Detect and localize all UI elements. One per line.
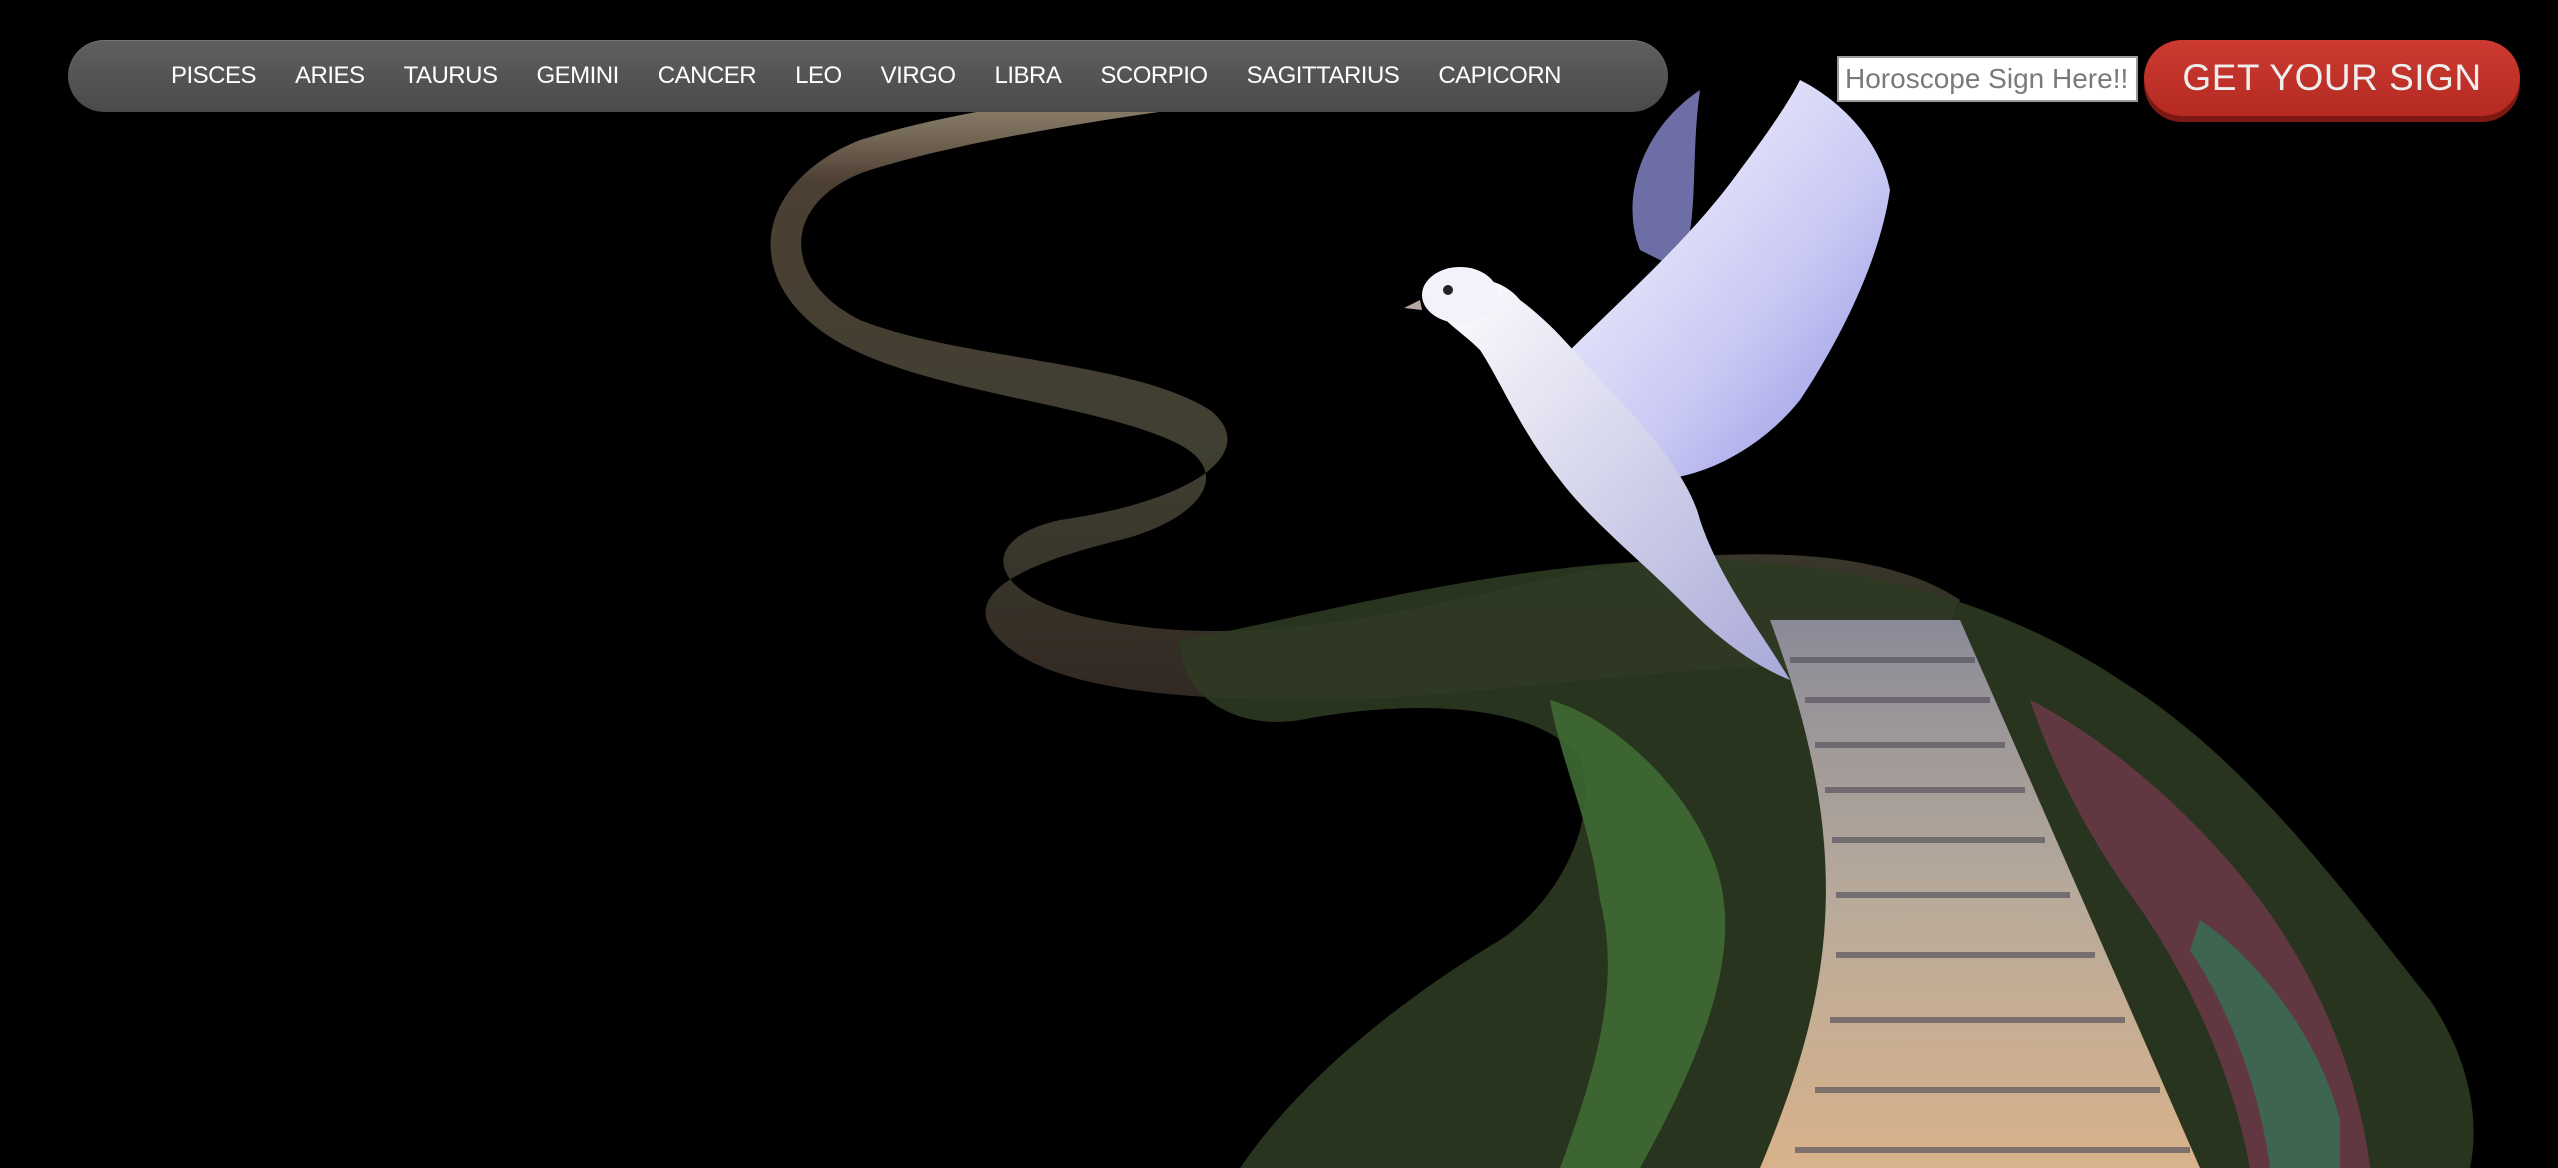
get-your-sign-button[interactable]: GET YOUR SIGN [2144,40,2520,116]
nav-link-libra[interactable]: LIBRA [995,62,1062,90]
nav-link-virgo[interactable]: VIRGO [881,62,956,90]
nav-link-leo[interactable]: LEO [795,62,842,90]
nav-link-scorpio[interactable]: SCORPIO [1100,62,1208,90]
nav-link-taurus[interactable]: TAURUS [404,62,498,90]
nav-link-sagittarius[interactable]: SAGITTARIUS [1247,62,1400,90]
nav-link-capicorn[interactable]: CAPICORN [1438,62,1561,90]
nav-link-cancer[interactable]: CANCER [658,62,757,90]
page: PISCES ARIES TAURUS GEMINI CANCER LEO VI… [0,0,2558,1168]
nav-link-pisces[interactable]: PISCES [171,62,257,90]
hero-stairway-dove-image [0,0,2558,1168]
nav-link-aries[interactable]: ARIES [295,62,365,90]
zodiac-navbar: PISCES ARIES TAURUS GEMINI CANCER LEO VI… [68,40,1668,112]
nav-link-gemini[interactable]: GEMINI [536,62,619,90]
horoscope-sign-input[interactable] [1837,56,2138,102]
